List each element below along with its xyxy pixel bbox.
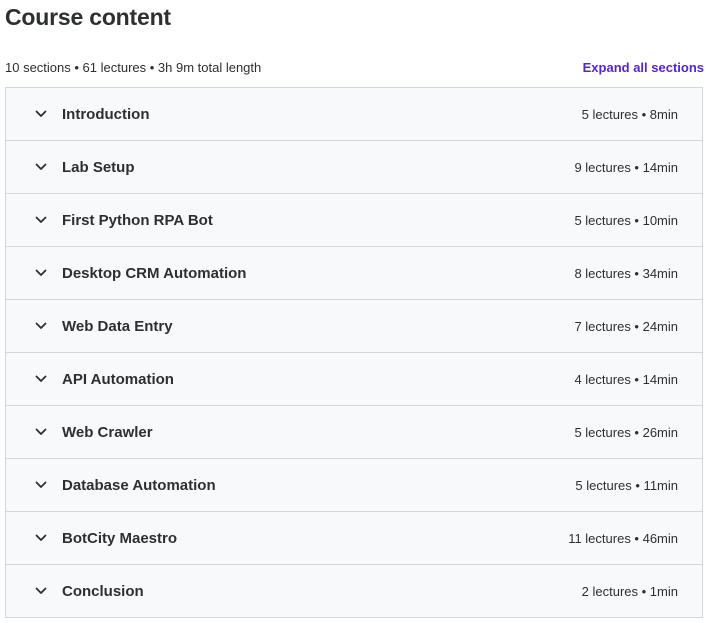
chevron-down-icon — [34, 531, 48, 545]
section-meta: 9 lectures • 14min — [574, 159, 678, 175]
chevron-down-icon — [34, 478, 48, 492]
course-summary-row: 10 sections • 61 lectures • 3h 9m total … — [5, 58, 704, 76]
chevron-down-icon — [34, 372, 48, 386]
section-header[interactable]: Conclusion 2 lectures • 1min — [6, 564, 702, 617]
section-meta: 5 lectures • 10min — [574, 212, 678, 228]
section-header[interactable]: Lab Setup 9 lectures • 14min — [6, 140, 702, 193]
section-meta: 5 lectures • 26min — [574, 424, 678, 440]
section-title: Web Crawler — [62, 423, 153, 441]
section-title: Conclusion — [62, 582, 144, 600]
section-header[interactable]: Desktop CRM Automation 8 lectures • 34mi… — [6, 246, 702, 299]
section-meta: 2 lectures • 1min — [581, 583, 678, 599]
section-meta: 11 lectures • 46min — [568, 530, 678, 546]
course-summary: 10 sections • 61 lectures • 3h 9m total … — [5, 59, 262, 75]
section-header[interactable]: BotCity Maestro 11 lectures • 46min — [6, 511, 702, 564]
section-title: Introduction — [62, 105, 150, 123]
section-title: Desktop CRM Automation — [62, 264, 247, 282]
section-meta: 4 lectures • 14min — [574, 371, 678, 387]
chevron-down-icon — [34, 584, 48, 598]
section-header[interactable]: API Automation 4 lectures • 14min — [6, 352, 702, 405]
chevron-down-icon — [34, 107, 48, 121]
section-header[interactable]: Introduction 5 lectures • 8min — [6, 88, 702, 140]
section-meta: 8 lectures • 34min — [574, 265, 678, 281]
section-title: First Python RPA Bot — [62, 211, 213, 229]
chevron-down-icon — [34, 425, 48, 439]
section-meta: 5 lectures • 8min — [581, 106, 678, 122]
section-header[interactable]: Web Crawler 5 lectures • 26min — [6, 405, 702, 458]
course-content-panel: Course content 10 sections • 61 lectures… — [0, 0, 710, 623]
section-title: Lab Setup — [62, 158, 135, 176]
section-meta: 7 lectures • 24min — [574, 318, 678, 334]
chevron-down-icon — [34, 266, 48, 280]
section-title: Database Automation — [62, 476, 216, 494]
chevron-down-icon — [34, 319, 48, 333]
section-header[interactable]: First Python RPA Bot 5 lectures • 10min — [6, 193, 702, 246]
section-header[interactable]: Web Data Entry 7 lectures • 24min — [6, 299, 702, 352]
section-title: BotCity Maestro — [62, 529, 178, 547]
chevron-down-icon — [34, 213, 48, 227]
section-header[interactable]: Database Automation 5 lectures • 11min — [6, 458, 702, 511]
section-title: Web Data Entry — [62, 317, 173, 335]
sections-list: Introduction 5 lectures • 8min Lab Setup… — [5, 87, 703, 618]
section-meta: 5 lectures • 11min — [575, 477, 678, 493]
chevron-down-icon — [34, 160, 48, 174]
page-title: Course content — [5, 4, 171, 30]
section-title: API Automation — [62, 370, 174, 388]
expand-all-sections-button[interactable]: Expand all sections — [583, 60, 704, 75]
